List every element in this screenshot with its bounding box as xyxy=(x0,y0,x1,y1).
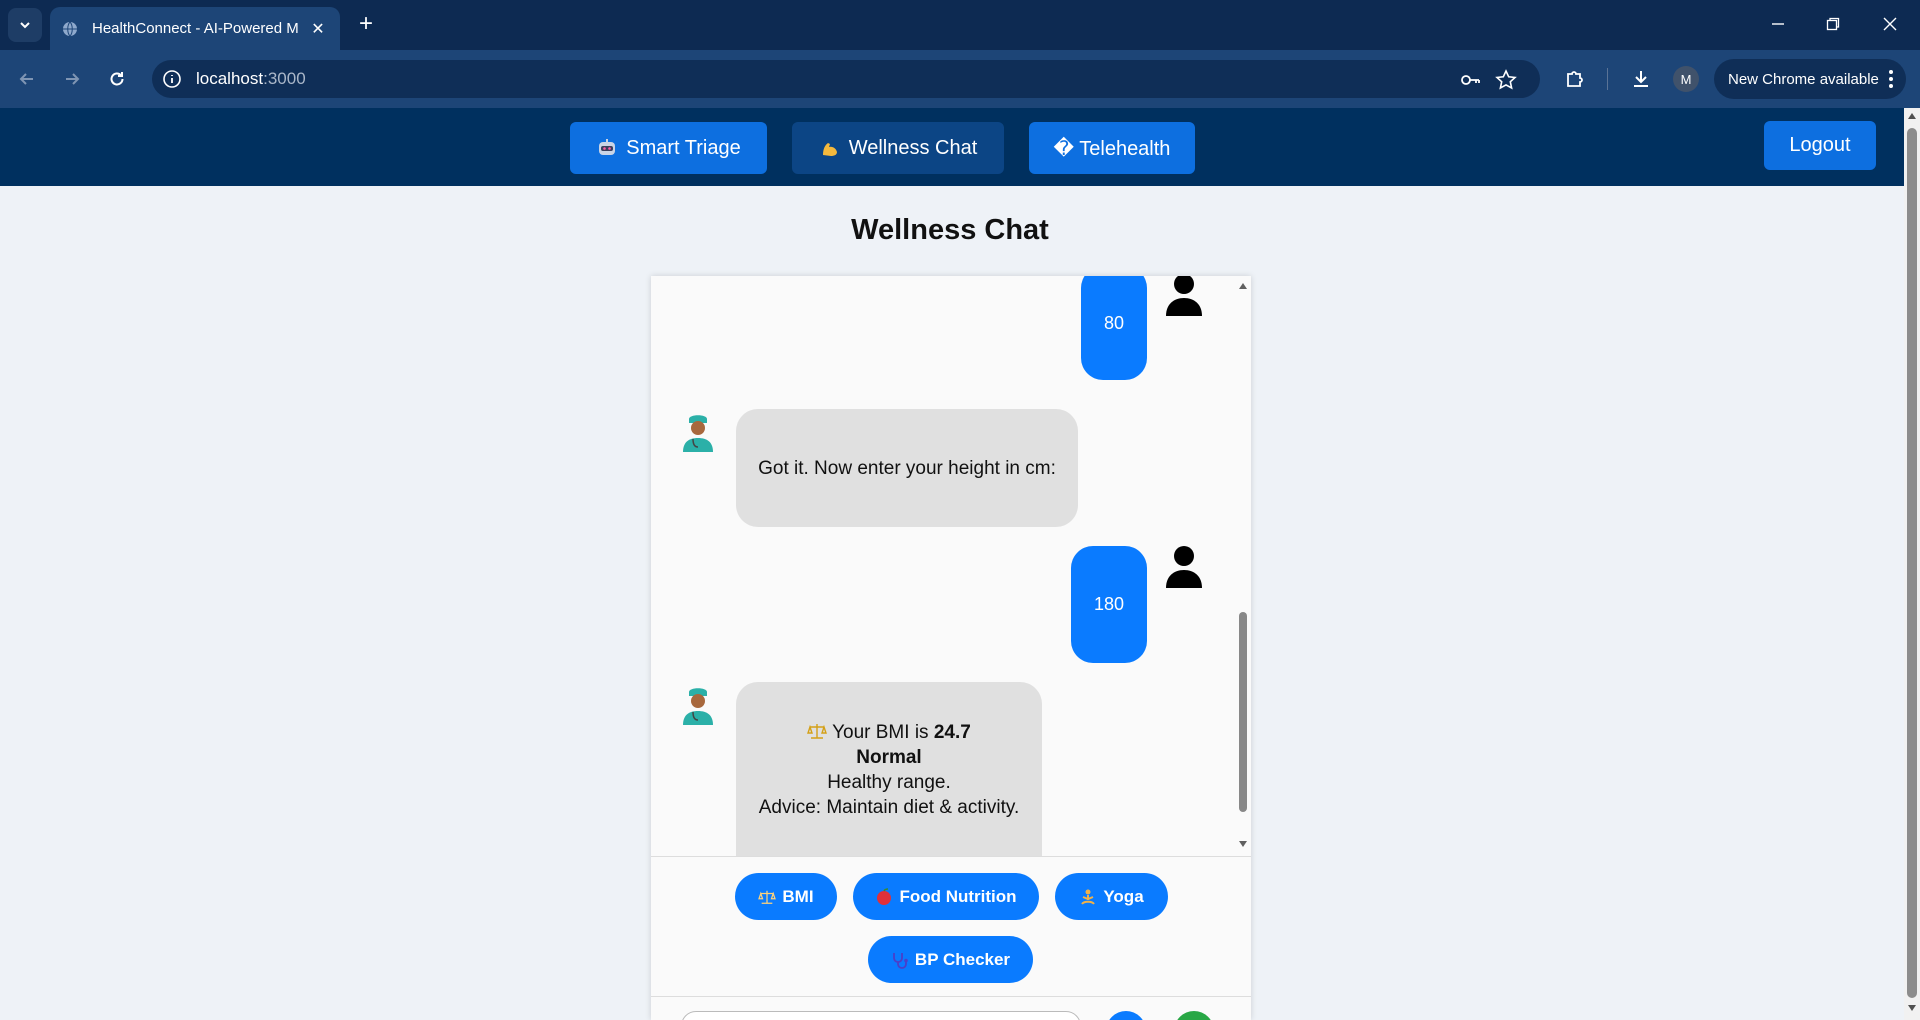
toolbar-divider xyxy=(1607,68,1608,90)
bmi-prefix: Your BMI is xyxy=(832,722,934,743)
logout-button[interactable]: Logout xyxy=(1764,121,1876,170)
chat-messages[interactable]: 80 Got it. Now enter your height in cm: … xyxy=(651,276,1251,856)
tab-wellness-chat-label: Wellness Chat xyxy=(848,136,978,159)
bmi-value: 24.7 xyxy=(933,722,971,743)
yoga-button[interactable]: Yoga xyxy=(1055,873,1168,920)
page-scrollbar-thumb[interactable] xyxy=(1907,128,1917,998)
bot-message-bubble: Got it. Now enter your height in cm: xyxy=(736,409,1078,527)
bp-checker-button[interactable]: BP Checker xyxy=(868,936,1033,983)
user-icon xyxy=(1166,546,1202,588)
extensions-button[interactable] xyxy=(1560,64,1590,94)
more-vert-icon xyxy=(1889,70,1893,88)
doctor-icon xyxy=(683,415,713,452)
chrome-update-button[interactable]: New Chrome available xyxy=(1714,59,1906,99)
restore-icon xyxy=(1826,17,1840,31)
url-text[interactable]: localhost:3000 xyxy=(196,69,306,89)
url-host: localhost xyxy=(196,69,264,88)
user-message-bubble: 80 xyxy=(1081,276,1147,380)
tab-smart-triage[interactable]: Smart Triage xyxy=(570,122,767,174)
tab-smart-triage-label: Smart Triage xyxy=(626,136,741,159)
scales-icon xyxy=(807,724,828,739)
key-icon[interactable] xyxy=(1459,69,1481,91)
chat-scrollbar-thumb[interactable] xyxy=(1239,612,1247,812)
close-icon xyxy=(1883,17,1897,31)
tab-telehealth[interactable]: � Telehealth xyxy=(1029,122,1195,174)
send-button[interactable] xyxy=(1174,1011,1214,1020)
globe-icon xyxy=(63,21,77,36)
close-icon[interactable]: ✕ xyxy=(308,19,328,39)
minimize-button[interactable] xyxy=(1758,10,1798,38)
chevron-down-icon xyxy=(20,22,30,29)
window-close-button[interactable] xyxy=(1870,10,1910,38)
chat-input[interactable] xyxy=(681,1011,1081,1020)
back-button[interactable] xyxy=(12,64,42,94)
arrow-left-icon xyxy=(19,73,33,85)
address-bar[interactable]: localhost:3000 xyxy=(152,60,1540,98)
chrome-update-label: New Chrome available xyxy=(1728,70,1879,88)
scroll-up-icon xyxy=(1908,113,1916,119)
chat-scrollbar[interactable] xyxy=(1235,276,1251,856)
bot-bmi-bubble: Your BMI is 24.7 Normal Healthy range. A… xyxy=(736,682,1042,856)
downloads-button[interactable] xyxy=(1626,64,1656,94)
quick-actions: BMI Food Nutrition Yoga BP Checker xyxy=(651,856,1251,996)
url-port: :3000 xyxy=(263,69,306,88)
flexed-biceps-icon xyxy=(822,143,837,156)
yoga-icon xyxy=(1081,889,1096,905)
bmi-advice: Advice: Maintain diet & activity. xyxy=(758,797,1020,818)
chat-card: 80 Got it. Now enter your height in cm: … xyxy=(651,276,1251,1020)
new-tab-button[interactable]: + xyxy=(352,10,380,38)
arrow-right-icon xyxy=(66,73,80,85)
apple-icon xyxy=(877,887,892,905)
user-message-text: 180 xyxy=(1093,594,1125,614)
chat-input-row xyxy=(651,996,1251,1020)
reload-button[interactable] xyxy=(102,64,132,94)
scroll-down-icon xyxy=(1908,1005,1916,1011)
user-message-bubble: 180 xyxy=(1071,546,1147,663)
star-icon[interactable] xyxy=(1495,69,1517,91)
tab-search-button[interactable] xyxy=(8,8,42,42)
stethoscope-icon xyxy=(893,952,908,969)
scales-icon xyxy=(758,890,777,904)
scroll-up-icon xyxy=(1239,283,1247,289)
browser-titlebar: HealthConnect - AI-Powered M ✕ + xyxy=(0,0,1920,50)
scroll-down-icon xyxy=(1239,841,1247,847)
tab-telehealth-label: � Telehealth xyxy=(1053,137,1171,160)
info-icon[interactable] xyxy=(162,69,182,89)
bmi-line: Your BMI is 24.7 xyxy=(759,720,1019,745)
puzzle-icon xyxy=(1567,71,1583,87)
page-scrollbar[interactable] xyxy=(1904,108,1920,1020)
mic-button[interactable] xyxy=(1106,1011,1146,1020)
bmi-button-label: BMI xyxy=(782,886,814,906)
bmi-category: Normal xyxy=(856,747,922,768)
page-title: Wellness Chat xyxy=(851,214,1049,246)
bp-checker-label: BP Checker xyxy=(914,949,1011,969)
bot-message-text: Got it. Now enter your height in cm: xyxy=(758,457,1056,479)
bmi-button[interactable]: BMI xyxy=(735,873,837,920)
food-nutrition-label: Food Nutrition xyxy=(899,886,1017,906)
robot-icon xyxy=(599,139,616,155)
food-nutrition-button[interactable]: Food Nutrition xyxy=(853,873,1039,920)
minimize-icon xyxy=(1772,23,1784,25)
tab-title: HealthConnect - AI-Powered M xyxy=(92,20,299,37)
restore-button[interactable] xyxy=(1813,10,1853,38)
forward-button[interactable] xyxy=(57,64,87,94)
browser-tab[interactable]: HealthConnect - AI-Powered M ✕ xyxy=(50,7,340,50)
tab-wellness-chat[interactable]: Wellness Chat xyxy=(792,122,1004,174)
download-icon xyxy=(1634,71,1648,87)
bmi-range: Healthy range. xyxy=(827,772,951,793)
yoga-label: Yoga xyxy=(1103,886,1144,906)
user-message-text: 80 xyxy=(1103,312,1125,333)
profile-avatar[interactable]: M xyxy=(1673,66,1699,92)
doctor-icon xyxy=(683,688,713,725)
reload-icon xyxy=(110,72,124,86)
user-icon xyxy=(1166,276,1202,316)
